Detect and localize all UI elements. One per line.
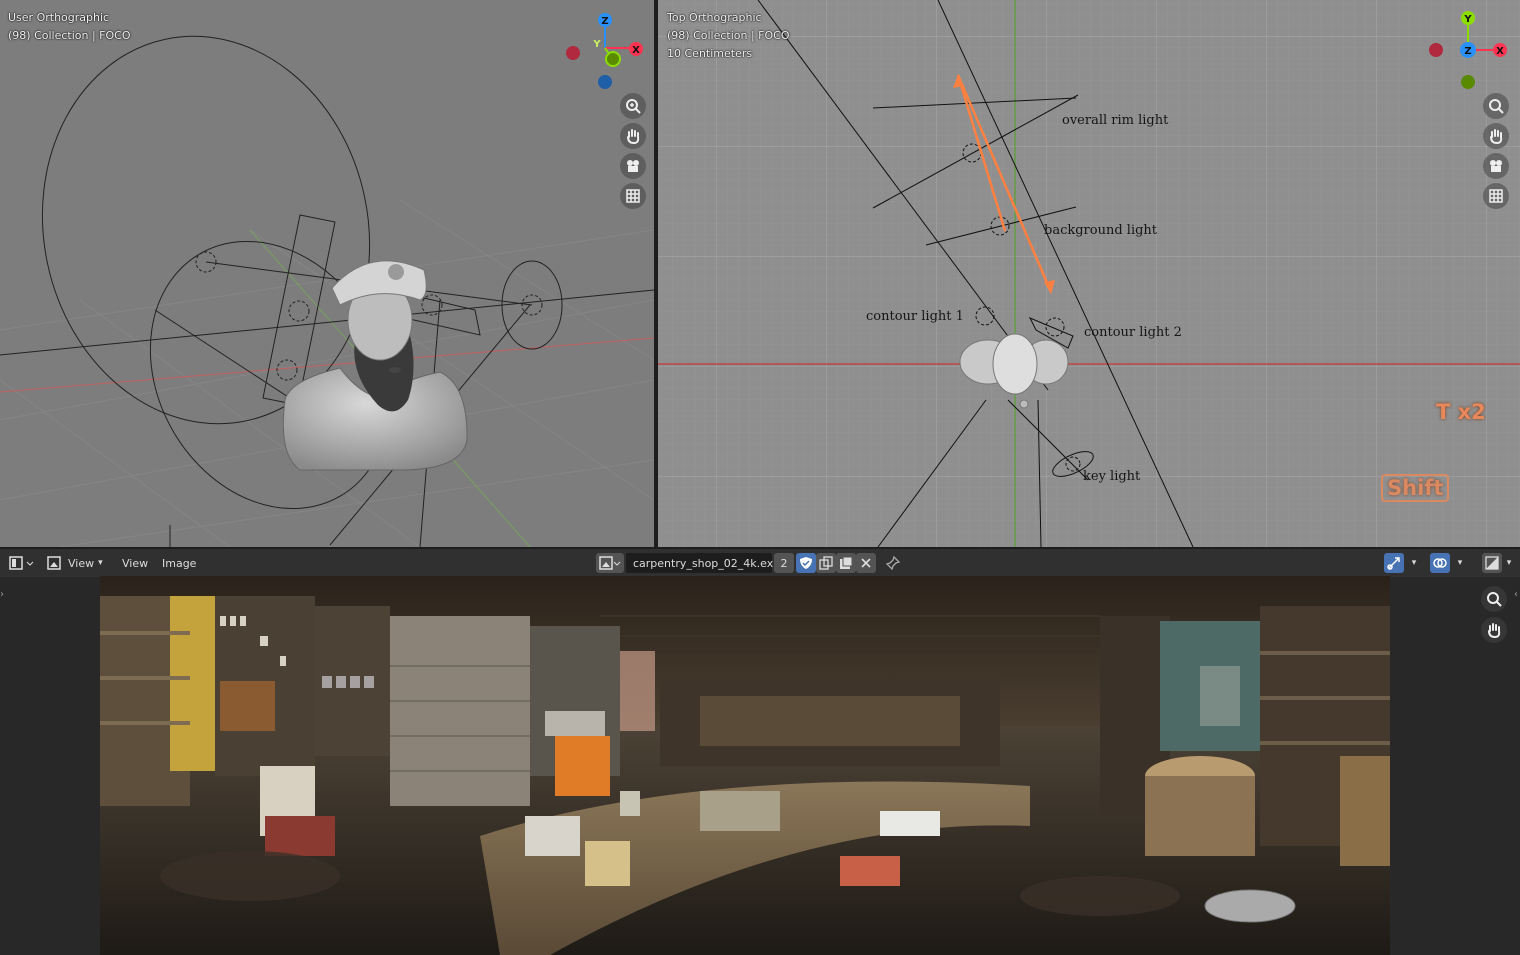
image-editor-area[interactable]: View ▾ View Image carpentry_shop_02_4k.e… <box>0 549 1520 955</box>
hand-icon[interactable] <box>620 123 646 149</box>
display-channels-chevron-icon[interactable]: ▾ <box>1502 553 1516 573</box>
image-name-field[interactable]: carpentry_shop_02_4k.exr <box>626 553 778 573</box>
zoom-icon[interactable] <box>1481 586 1507 612</box>
unlink-icon[interactable] <box>856 553 876 573</box>
gizmo-y-label: Y <box>592 39 601 50</box>
duplicate-icon[interactable] <box>816 553 836 573</box>
grid-scale: 10 Centimeters <box>667 47 753 60</box>
contour-light-1-label[interactable]: contour light 1 <box>866 309 964 324</box>
overall-rim-light-label[interactable]: overall rim light <box>1062 113 1168 128</box>
menu-view[interactable]: View <box>122 553 148 573</box>
view-name: Top Orthographic <box>667 11 762 24</box>
navigation-gizmo[interactable]: Y Z X <box>1426 10 1516 94</box>
key-light-label[interactable]: key light <box>1083 469 1140 484</box>
view-dropdown[interactable]: View ▾ <box>46 553 103 573</box>
overlay-icon[interactable] <box>1430 553 1450 573</box>
left-viewport-scene <box>0 35 654 547</box>
chevron-down-icon: ▾ <box>98 558 103 568</box>
menu-image[interactable]: Image <box>162 553 196 573</box>
zoom-icon[interactable] <box>620 93 646 119</box>
viewport-user-orthographic[interactable]: User Orthographic (98) Collection | FOCO… <box>0 0 654 547</box>
image-browse-icon[interactable] <box>596 553 624 573</box>
right-viewport-scene <box>658 0 1520 547</box>
overlay-dropdown-chevron-icon[interactable]: ▾ <box>1452 553 1468 573</box>
gizmo-y-label: Y <box>1463 14 1472 25</box>
camera-icon[interactable] <box>620 153 646 179</box>
image-icon <box>47 556 61 570</box>
viewport-top-orthographic[interactable]: Top Orthographic (98) Collection | FOCO … <box>658 0 1520 547</box>
fake-user-shield-icon[interactable] <box>796 553 816 573</box>
gizmo-x-label: X <box>1496 46 1504 57</box>
zoom-icon[interactable] <box>1483 93 1509 119</box>
key-hint-shift: Shift <box>1381 474 1450 502</box>
pin-icon[interactable] <box>884 553 902 573</box>
hand-icon[interactable] <box>1483 123 1509 149</box>
gizmo-neg-y-axis[interactable] <box>1461 75 1475 89</box>
gizmo-z-label: Z <box>1464 46 1471 57</box>
background-light-label[interactable]: background light <box>1044 223 1157 238</box>
grid-icon[interactable] <box>1483 183 1509 209</box>
gizmo-x-label: X <box>632 45 640 56</box>
left-viewport-info: User Orthographic (98) Collection | FOCO <box>8 9 131 45</box>
view-dropdown-label: View <box>68 556 95 570</box>
panorama-drawing <box>100 576 1390 955</box>
gizmo-neg-x-axis[interactable] <box>1429 43 1443 57</box>
navigation-gizmo[interactable]: Z X Y <box>560 10 650 94</box>
contour-light-2-label[interactable]: contour light 2 <box>1084 325 1182 340</box>
display-channels-icon[interactable] <box>1482 553 1502 573</box>
captain-bust-model[interactable] <box>282 260 468 471</box>
gizmo-y-axis[interactable] <box>605 51 621 67</box>
camera-icon[interactable] <box>1483 153 1509 179</box>
hdri-panorama-image[interactable] <box>100 576 1390 955</box>
sidebar-expand-icon[interactable]: ‹ <box>1514 589 1518 600</box>
new-image-icon[interactable] <box>836 553 856 573</box>
top-grid <box>658 0 1520 547</box>
hand-icon[interactable] <box>1481 617 1507 643</box>
right-viewport-info: Top Orthographic (98) Collection | FOCO … <box>667 9 790 63</box>
gizmo-dropdown-chevron-icon[interactable]: ▾ <box>1406 553 1422 573</box>
collection-info: (98) Collection | FOCO <box>667 29 790 42</box>
image-editor-header: View ▾ View Image carpentry_shop_02_4k.e… <box>0 549 1520 577</box>
grid-icon[interactable] <box>620 183 646 209</box>
gizmo-neg-z-axis[interactable] <box>598 75 612 89</box>
view-name: User Orthographic <box>8 11 110 24</box>
editor-type-icon[interactable] <box>8 553 38 573</box>
toolbar-expand-icon[interactable]: › <box>0 589 4 600</box>
key-hint-t: T x2 <box>1436 400 1486 424</box>
users-count[interactable]: 2 <box>774 553 794 573</box>
gizmo-toggle-icon[interactable] <box>1384 553 1404 573</box>
collection-info: (98) Collection | FOCO <box>8 29 131 42</box>
gizmo-neg-x-axis[interactable] <box>566 46 580 60</box>
gizmo-z-label: Z <box>601 16 608 27</box>
